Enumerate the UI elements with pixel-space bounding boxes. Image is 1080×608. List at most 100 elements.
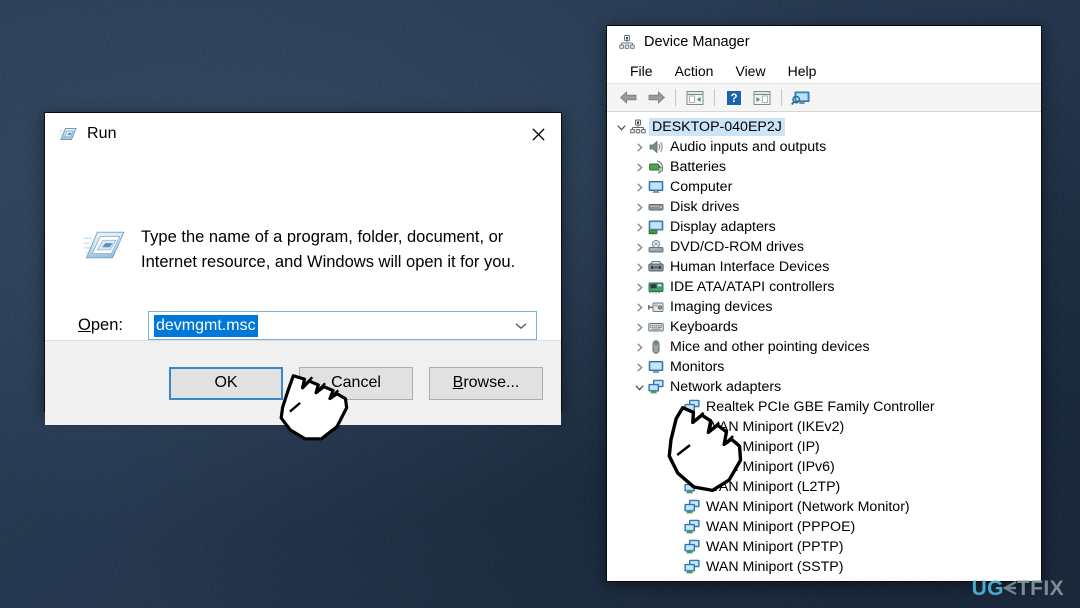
tree-item-label: Audio inputs and outputs [670, 139, 827, 155]
network-adapter-icon [683, 519, 700, 535]
device-manager-title: Device Manager [644, 34, 750, 50]
browse-button[interactable]: Browse... [429, 366, 543, 400]
device-manager-window: Device Manager File Action View Help ? D… [606, 25, 1042, 582]
network-adapter-icon [683, 399, 700, 415]
tree-item-label: WAN Miniport (IPv6) [706, 459, 835, 475]
tree-item[interactable]: Human Interface Devices [607, 257, 1041, 277]
tree-item-label: Display adapters [670, 219, 776, 235]
chevron-right-icon[interactable] [631, 162, 647, 173]
network-adapter-icon [683, 439, 700, 455]
tree-item-label: WAN Miniport (L2TP) [706, 479, 841, 495]
tree-item[interactable]: WAN Miniport (IP) [607, 437, 1041, 457]
tree-item-label: Realtek PCIe GBE Family Controller [706, 399, 935, 415]
tree-item-label: Human Interface Devices [670, 259, 830, 275]
run-icon [59, 125, 77, 143]
run-dialog-footer: OK Cancel Browse... [45, 340, 561, 425]
tree-item[interactable]: WAN Miniport (PPTP) [607, 537, 1041, 557]
tree-item-label: Imaging devices [670, 299, 773, 315]
forward-arrow-icon[interactable] [643, 86, 669, 110]
tree-item[interactable]: Keyboards [607, 317, 1041, 337]
tree-item[interactable]: WAN Miniport (Network Monitor) [607, 497, 1041, 517]
run-dialog: Run Type the name of a program, folder, … [44, 112, 562, 425]
network-adapter-icon [683, 499, 700, 515]
tree-item-label: WAN Miniport (IKEv2) [706, 419, 845, 435]
chevron-right-icon[interactable] [631, 222, 647, 233]
open-input-combobox[interactable]: devmgmt.msc [148, 311, 537, 340]
tree-item[interactable]: Network adapters [607, 377, 1041, 397]
ok-button[interactable]: OK [169, 366, 283, 400]
tree-item[interactable]: Realtek PCIe GBE Family Controller [607, 397, 1041, 417]
tree-item[interactable]: WAN Miniport (SSTP) [607, 557, 1041, 577]
tree-item[interactable]: Disk drives [607, 197, 1041, 217]
network-adapter-icon [683, 419, 700, 435]
chevron-right-icon[interactable] [631, 282, 647, 293]
chevron-right-icon[interactable] [631, 262, 647, 273]
tree-item[interactable]: Audio inputs and outputs [607, 137, 1041, 157]
scan-hardware-icon[interactable] [788, 86, 814, 110]
tree-item[interactable]: WAN Miniport (IPv6) [607, 457, 1041, 477]
tree-item[interactable]: WAN Miniport (PPPOE) [607, 517, 1041, 537]
run-description-line-2: Internet resource, and Windows will open… [141, 253, 516, 271]
tree-item-label: WAN Miniport (IP) [706, 439, 820, 455]
chevron-right-icon[interactable] [631, 182, 647, 193]
watermark-part-2 [1002, 576, 1018, 600]
chevron-right-icon[interactable] [631, 202, 647, 213]
tree-item[interactable]: Computer [607, 177, 1041, 197]
tree-item[interactable]: WAN Miniport (L2TP) [607, 477, 1041, 497]
tree-item[interactable]: DESKTOP-040EP2J [607, 117, 1041, 137]
device-manager-titlebar[interactable]: Device Manager [607, 26, 1041, 58]
chevron-right-icon[interactable] [631, 362, 647, 373]
properties-icon[interactable] [682, 86, 708, 110]
run-dialog-title: Run [87, 125, 117, 142]
menu-file[interactable]: File [619, 61, 664, 81]
menu-view[interactable]: View [724, 61, 776, 81]
chevron-right-icon[interactable] [631, 142, 647, 153]
chevron-right-icon[interactable] [631, 342, 647, 353]
watermark-part-3: TFIX [1016, 577, 1064, 600]
run-dialog-titlebar[interactable]: Run [45, 113, 561, 155]
help-icon[interactable]: ? [721, 86, 747, 110]
tree-item[interactable]: WAN Miniport (IKEv2) [607, 417, 1041, 437]
tree-item-label: Network adapters [670, 379, 782, 395]
tree-item-label: Batteries [670, 159, 726, 175]
tree-item[interactable]: Imaging devices [607, 297, 1041, 317]
back-arrow-icon[interactable] [615, 86, 641, 110]
tree-item[interactable]: Mice and other pointing devices [607, 337, 1041, 357]
open-input-value[interactable]: devmgmt.msc [154, 314, 258, 337]
tree-item-label: DVD/CD-ROM drives [670, 239, 804, 255]
cancel-button[interactable]: Cancel [299, 366, 413, 400]
chevron-down-icon[interactable] [515, 317, 527, 335]
device-tree[interactable]: DESKTOP-040EP2J Audio inputs and outputs B… [607, 112, 1041, 581]
network-adapter-icon [647, 379, 664, 395]
tree-item-label: WAN Miniport (PPTP) [706, 539, 844, 555]
menu-action[interactable]: Action [664, 61, 725, 81]
menu-help[interactable]: Help [777, 61, 828, 81]
chevron-right-icon[interactable] [631, 322, 647, 333]
tree-item[interactable]: Display adapters [607, 217, 1041, 237]
network-adapter-icon [683, 459, 700, 475]
tree-item[interactable]: DVD/CD-ROM drives [607, 237, 1041, 257]
dvd-icon [647, 239, 664, 255]
chevron-down-icon[interactable] [613, 122, 629, 133]
tree-item-label: Monitors [670, 359, 725, 375]
chevron-down-icon[interactable] [631, 382, 647, 393]
svg-text:?: ? [730, 93, 737, 105]
battery-icon [647, 159, 664, 175]
close-icon[interactable] [515, 113, 561, 155]
toolbar-separator [781, 89, 782, 106]
chevron-right-icon[interactable] [631, 242, 647, 253]
tree-item[interactable]: Batteries [607, 157, 1041, 177]
tree-item-label: WAN Miniport (SSTP) [706, 559, 844, 575]
tree-item-label: DESKTOP-040EP2J [649, 118, 785, 136]
update-driver-icon[interactable] [749, 86, 775, 110]
tree-item-label: Keyboards [670, 319, 738, 335]
tree-item-label: Disk drives [670, 199, 740, 215]
hid-icon [647, 259, 664, 275]
run-open-row: Open: devmgmt.msc [69, 311, 537, 340]
chevron-right-icon[interactable] [631, 302, 647, 313]
display-adapter-icon [647, 219, 664, 235]
tree-item[interactable]: Monitors [607, 357, 1041, 377]
network-adapter-icon [683, 539, 700, 555]
tree-item[interactable]: IDE ATA/ATAPI controllers [607, 277, 1041, 297]
imaging-icon [647, 299, 664, 315]
